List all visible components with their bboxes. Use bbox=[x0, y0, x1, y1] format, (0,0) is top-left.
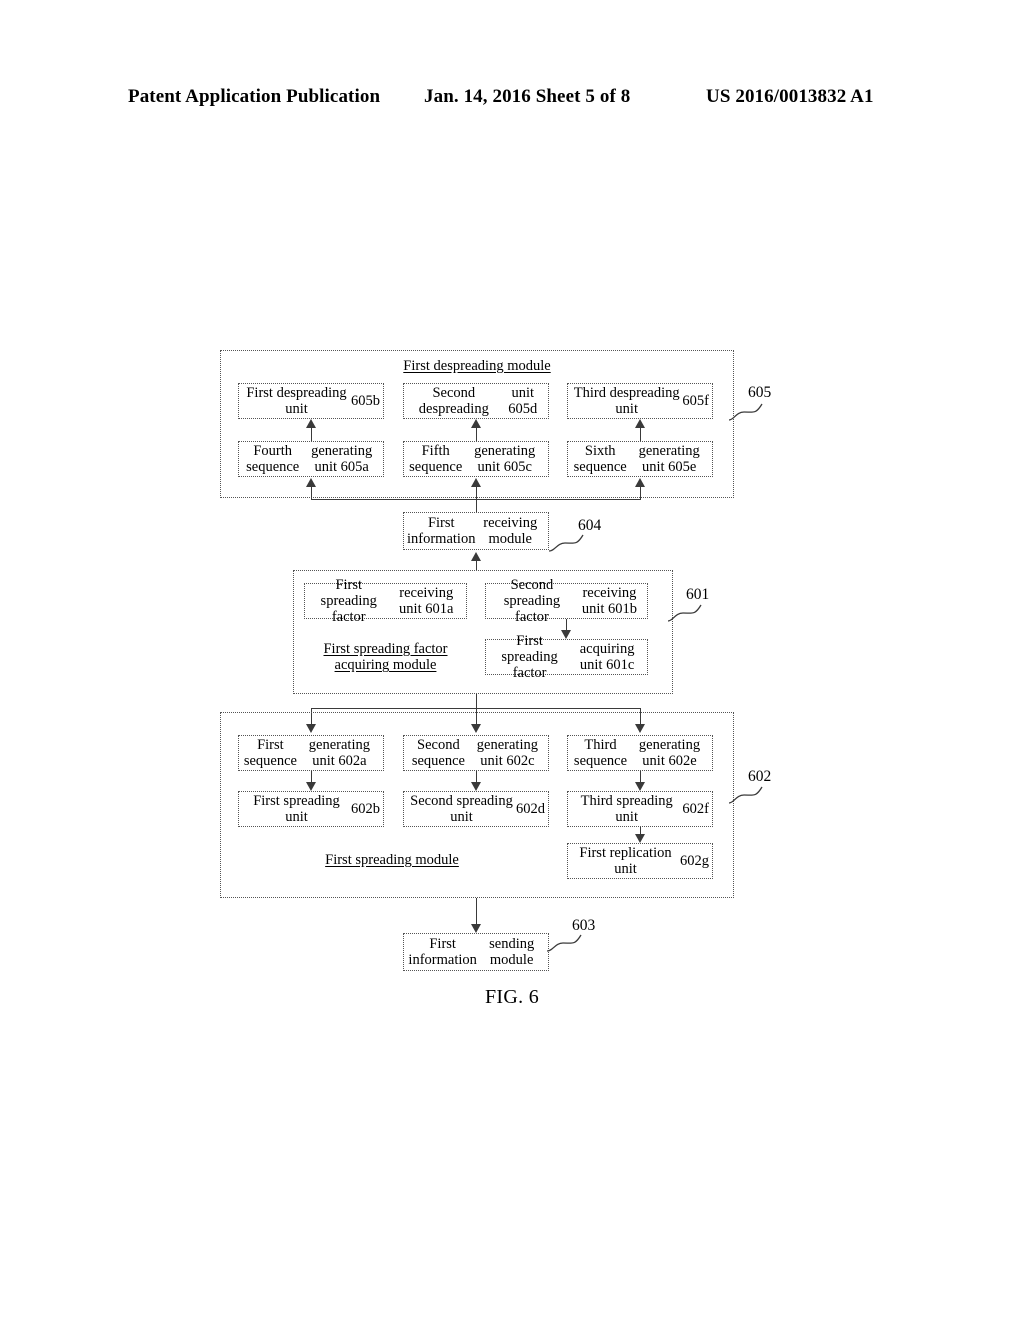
connector-604-bus-riser bbox=[476, 499, 477, 512]
connector-602f-602g bbox=[640, 827, 641, 834]
module-first-information-receiving: First information receiving module bbox=[403, 512, 549, 550]
arrowhead-602-to-603 bbox=[471, 924, 481, 933]
unit-third-sequence-generating-602e: Third sequence generating unit 602e bbox=[567, 735, 713, 771]
connector-604-bus bbox=[311, 499, 641, 500]
arrowhead-bus-to-605c bbox=[471, 478, 481, 487]
unit-second-spreading-factor-receiving-601b: Second spreading factor receiving unit 60… bbox=[485, 577, 648, 625]
connector-602-to-603 bbox=[476, 898, 477, 924]
arrowhead-601-to-604 bbox=[471, 552, 481, 561]
arrowhead-602a-602b bbox=[306, 782, 316, 791]
leader-line-602 bbox=[728, 786, 763, 804]
unit-third-spreading-602f: Third spreading unit 602f bbox=[567, 791, 713, 827]
unit-first-replication-602g: First replication unit 602g bbox=[567, 843, 713, 879]
connector-bus-to-605a bbox=[311, 487, 312, 499]
module-title-first-spreading-factor-acquiring: First spreading factor acquiring module bbox=[323, 641, 448, 674]
connector-601-bus-drop bbox=[476, 694, 477, 708]
unit-first-spreading-factor-acquiring-601c: First spreading factor acquiring unit 601… bbox=[485, 633, 648, 681]
unit-fourth-sequence-generating-605a: Fourth sequence generating unit 605a bbox=[238, 441, 384, 477]
connector-601b-601c bbox=[566, 619, 567, 630]
connector-602c-602d bbox=[476, 771, 477, 782]
arrowhead-bus-to-605a bbox=[306, 478, 316, 487]
arrowhead-605c-605d bbox=[471, 419, 481, 428]
arrowhead-bus-to-605e bbox=[635, 478, 645, 487]
header-date-sheet: Jan. 14, 2016 Sheet 5 of 8 bbox=[424, 86, 631, 107]
page-header: Patent Application Publication Jan. 14, … bbox=[0, 86, 1024, 112]
leader-line-605 bbox=[728, 403, 763, 421]
connector-bus-to-605e bbox=[640, 487, 641, 499]
arrowhead-602e-602f bbox=[635, 782, 645, 791]
figure-caption: FIG. 6 bbox=[484, 986, 540, 1008]
arrowhead-601b-601c bbox=[561, 630, 571, 639]
header-patent-number: US 2016/0013832 A1 bbox=[706, 86, 874, 107]
arrowhead-605a-605b bbox=[306, 419, 316, 428]
module-first-information-sending: First information sending module bbox=[403, 933, 549, 971]
unit-first-spreading-602b: First spreading unit 602b bbox=[238, 791, 384, 827]
connector-605e-605f bbox=[640, 428, 641, 441]
unit-second-despreading-605d: Second despreading unit 605d bbox=[403, 383, 549, 419]
unit-second-spreading-602d: Second spreading unit 602d bbox=[403, 791, 549, 827]
module-title-first-spreading: First spreading module bbox=[325, 852, 459, 868]
unit-third-despreading-605f: Third despreading unit 605f bbox=[567, 383, 713, 419]
connector-605c-605d bbox=[476, 428, 477, 441]
connector-605a-605b bbox=[311, 428, 312, 441]
arrowhead-602f-602g bbox=[635, 834, 645, 843]
leader-line-603 bbox=[546, 934, 582, 952]
arrowhead-602c-602d bbox=[471, 782, 481, 791]
connector-602a-602b bbox=[311, 771, 312, 782]
header-publication-label: Patent Application Publication bbox=[128, 86, 381, 107]
unit-first-spreading-factor-receiving-601a: First spreading factor receiving unit 601… bbox=[304, 577, 467, 625]
unit-sixth-sequence-generating-605e: Sixth sequence generating unit 605e bbox=[567, 441, 713, 477]
unit-fifth-sequence-generating-605c: Fifth sequence generating unit 605c bbox=[403, 441, 549, 477]
connector-602e-602f bbox=[640, 771, 641, 782]
patent-page: Patent Application Publication Jan. 14, … bbox=[0, 0, 1024, 1320]
connector-bus-to-605c bbox=[476, 487, 477, 499]
leader-line-601 bbox=[667, 604, 702, 622]
unit-first-despreading-605b: First despreading unit 605b bbox=[238, 383, 384, 419]
module-title-first-despreading: First despreading module bbox=[403, 358, 551, 374]
arrowhead-605e-605f bbox=[635, 419, 645, 428]
unit-first-sequence-generating-602a: First sequence generating unit 602a bbox=[238, 735, 384, 771]
unit-second-sequence-generating-602c: Second sequence generating unit 602c bbox=[403, 735, 549, 771]
leader-line-604 bbox=[548, 534, 584, 552]
